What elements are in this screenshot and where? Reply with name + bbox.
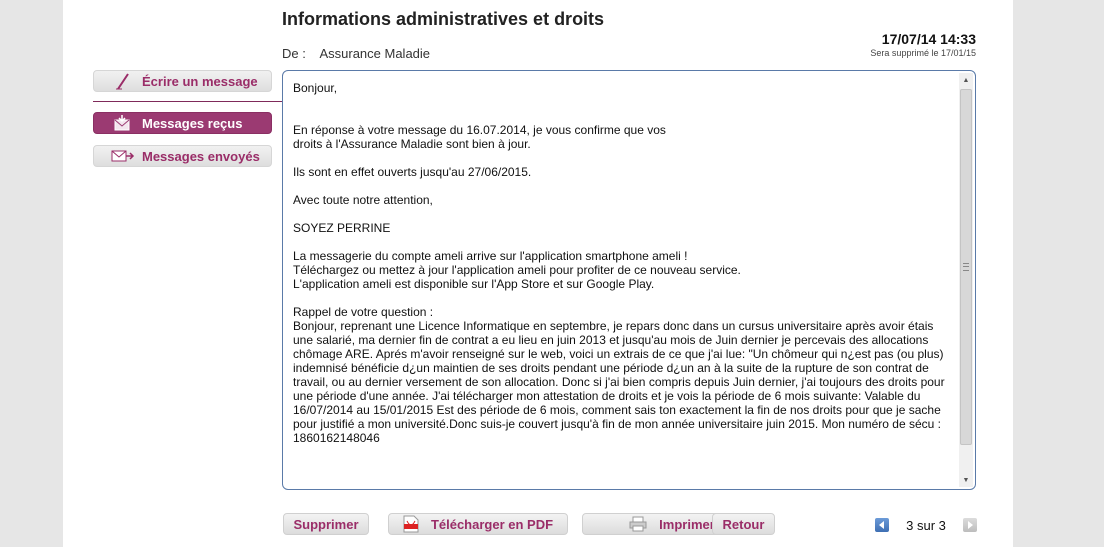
scroll-down-arrow-icon[interactable]: ▼ <box>959 473 973 487</box>
outbox-envelope-icon <box>108 149 138 163</box>
message-paragraph: Bonjour, <box>293 81 338 95</box>
message-text: Bonjour, En réponse à votre message du 1… <box>293 81 948 459</box>
sent-messages-label: Messages envoyés <box>142 148 260 164</box>
message-datetime: 17/07/14 14:33 <box>881 31 976 47</box>
message-paragraph: Ils sont en effet ouverts jusqu'au 27/06… <box>293 165 532 179</box>
message-paragraph: En réponse à votre message du 16.07.2014… <box>293 123 666 151</box>
page-indicator: 3 sur 3 <box>906 517 946 533</box>
scroll-up-arrow-icon[interactable]: ▲ <box>959 73 973 87</box>
back-button[interactable]: Retour <box>712 513 775 535</box>
download-pdf-label: Télécharger en PDF <box>430 516 554 532</box>
delete-button[interactable]: Supprimer <box>283 513 369 535</box>
page-title: Informations administratives et droits <box>282 9 605 29</box>
message-body-panel[interactable]: Bonjour, En réponse à votre message du 1… <box>282 70 976 490</box>
message-scrollbar[interactable]: ▲ ▼ <box>959 73 973 487</box>
inbox-envelope-icon <box>108 115 138 131</box>
sent-messages-button[interactable]: Messages envoyés <box>93 145 272 167</box>
download-pdf-button[interactable]: Télécharger en PDF <box>388 513 568 535</box>
sender-name: Assurance Maladie <box>319 46 431 61</box>
write-message-label: Écrire un message <box>142 73 258 89</box>
write-message-button[interactable]: Écrire un message <box>93 70 272 92</box>
page-container: Informations administratives et droits D… <box>63 0 1013 547</box>
printer-icon <box>629 516 647 532</box>
message-paragraph: La messagerie du compte ameli arrive sur… <box>293 249 741 291</box>
sidebar-divider <box>93 101 283 102</box>
scroll-thumb[interactable] <box>960 89 972 445</box>
message-paragraph: Rappel de votre question : Bonjour, repr… <box>293 305 945 445</box>
message-paragraph: SOYEZ PERRINE <box>293 221 391 235</box>
sender-line: De : Assurance Maladie <box>282 46 430 61</box>
received-messages-label: Messages reçus <box>142 115 243 131</box>
message-paragraph: Avec toute notre attention, <box>293 193 433 207</box>
deletion-note: Sera supprimé le 17/01/15 <box>870 48 976 58</box>
back-label: Retour <box>722 516 765 532</box>
pagination: 3 sur 3 <box>875 517 977 533</box>
previous-page-icon[interactable] <box>875 518 889 532</box>
next-page-icon[interactable] <box>963 518 977 532</box>
delete-label: Supprimer <box>293 516 359 532</box>
pen-icon <box>108 72 138 90</box>
received-messages-button[interactable]: Messages reçus <box>93 112 272 134</box>
from-label: De : <box>282 46 306 61</box>
grip-icon <box>963 263 969 271</box>
print-label: Imprimer <box>659 516 715 532</box>
pdf-icon <box>403 515 419 533</box>
